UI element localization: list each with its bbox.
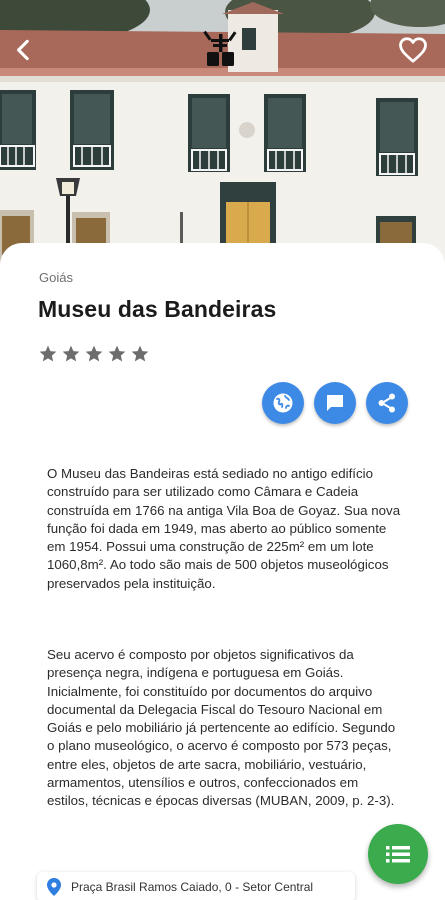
- share-icon: [378, 393, 395, 413]
- globe-icon: [273, 393, 293, 413]
- star-icon[interactable]: [61, 344, 81, 364]
- star-icon[interactable]: [84, 344, 104, 364]
- list-icon: [386, 846, 410, 863]
- heart-outline-icon: [399, 37, 427, 63]
- action-buttons: [262, 382, 408, 424]
- description-paragraph: Seu acervo é composto por objetos signif…: [47, 647, 396, 809]
- back-button[interactable]: [4, 30, 44, 70]
- website-button[interactable]: [262, 382, 304, 424]
- address-bar[interactable]: Praça Brasil Ramos Caiado, 0 - Setor Cen…: [37, 872, 355, 900]
- page-title: Museu das Bandeiras: [38, 296, 277, 322]
- arrow-back-icon: [17, 39, 29, 61]
- comments-button[interactable]: [314, 382, 356, 424]
- address-text: Praça Brasil Ramos Caiado, 0 - Setor Cen…: [71, 880, 314, 894]
- place-region: Goiás: [39, 270, 73, 285]
- star-icon[interactable]: [130, 344, 150, 364]
- star-icon[interactable]: [107, 344, 127, 364]
- chat-bubble-icon: [327, 395, 343, 411]
- menu-fab-button[interactable]: [368, 824, 428, 884]
- app-logo-icon: [200, 26, 244, 72]
- description-paragraph: O Museu das Bandeiras está sediado no an…: [47, 466, 401, 591]
- rating-stars[interactable]: [38, 344, 150, 364]
- location-pin-icon: [47, 878, 61, 896]
- favorite-button[interactable]: [393, 30, 433, 70]
- share-button[interactable]: [366, 382, 408, 424]
- star-icon[interactable]: [38, 344, 58, 364]
